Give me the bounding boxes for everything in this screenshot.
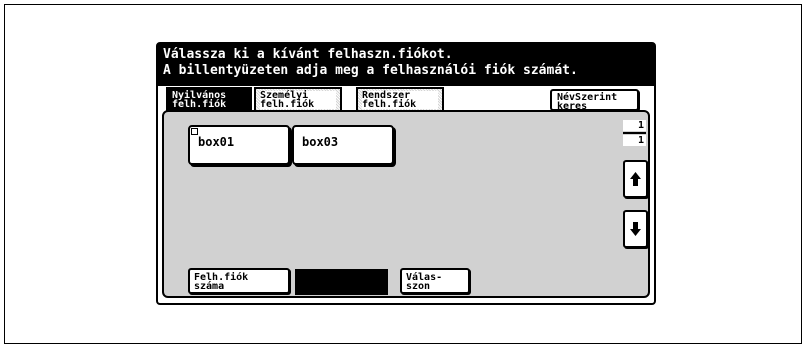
page-total: 1 [623,135,646,146]
account-number-label-line2: száma [194,281,225,292]
tab-label-line2: felh.fiók [172,100,246,110]
scroll-up-button[interactable] [623,160,648,198]
user-box-button[interactable]: box01 [188,125,290,165]
scroll-down-button[interactable] [623,210,648,248]
user-box-list-panel: box01 box03 1 1 Felh.fiók száma Válas- s… [162,110,650,298]
page-divider [623,132,646,134]
answer-button[interactable]: Válas- szon [400,268,470,294]
message-line-2: A billentyüzeten adja meg a felhasználói… [163,63,578,78]
tab-personal-user-box[interactable]: Személyi felh.fiók [254,87,342,111]
answer-label-line2: szon [406,281,431,292]
arrow-down-icon [630,222,641,236]
user-box-button[interactable]: box03 [292,125,394,165]
account-number-button[interactable]: Felh.fiók száma [188,268,290,294]
box-indicator-icon [191,128,198,135]
message-bar: Válassza ki a kívánt felhaszn.fiókot. A … [158,44,654,86]
arrow-up-icon [630,172,641,186]
page-indicator: 1 1 [623,120,646,150]
tab-label-line2: felh.fiók [362,100,438,110]
tab-public-user-box[interactable]: Nyilvános felh.fiók [166,87,252,111]
user-box-label: box01 [198,135,235,149]
control-panel-screen: Válassza ki a kívánt felhaszn.fiókot. A … [156,42,656,305]
tab-system-user-box[interactable]: Rendszer felh.fiók [356,87,444,111]
tab-label-line2: felh.fiók [260,100,336,110]
page-current: 1 [623,120,646,131]
message-line-1: Válassza ki a kívánt felhaszn.fiókot. [163,47,453,62]
user-box-label: box03 [302,135,339,149]
account-number-field[interactable] [295,269,388,295]
search-by-name-button[interactable]: NévSzerint keres [550,89,639,112]
